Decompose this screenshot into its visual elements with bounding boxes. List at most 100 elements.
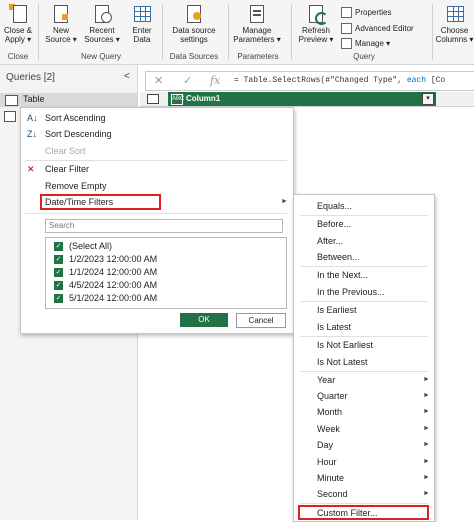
menu-divider xyxy=(300,215,428,216)
filter-dropdown-icon[interactable]: ▾ xyxy=(422,93,434,105)
list-item[interactable]: 4/5/2024 12:00:00 AM xyxy=(69,280,157,290)
properties-icon xyxy=(341,7,352,18)
table-icon xyxy=(5,95,18,106)
menu-divider xyxy=(25,160,287,161)
date-time-submenu: Equals... Before... After... Between... … xyxy=(293,194,435,522)
data-source-settings-button[interactable]: Data source settings xyxy=(165,4,223,44)
enter-data-button[interactable]: Enter Data xyxy=(127,4,157,44)
close-apply-icon xyxy=(9,4,27,24)
after-item[interactable]: After... xyxy=(317,236,343,246)
between-item[interactable]: Between... xyxy=(317,252,360,262)
search-input[interactable]: Search xyxy=(45,219,283,233)
sort-descending-item[interactable]: Sort Descending xyxy=(45,129,112,139)
is-not-earliest-item[interactable]: Is Not Earliest xyxy=(317,340,373,350)
choose-columns-icon xyxy=(446,4,464,24)
submenu-arrow-icon: ► xyxy=(423,392,430,399)
submenu-arrow-icon: ► xyxy=(423,408,430,415)
cancel-formula-icon[interactable]: ✕ xyxy=(154,74,163,87)
minute-item[interactable]: Minute xyxy=(317,473,344,483)
commit-formula-icon[interactable]: ✓ xyxy=(183,74,192,87)
new-source-button[interactable]: New Source ▾ xyxy=(44,4,78,44)
manage-button[interactable]: Manage ▾ xyxy=(341,38,390,49)
formula-bar: ✕ ✓ fx = Table.SelectRows(#"Changed Type… xyxy=(145,71,474,91)
is-not-latest-item[interactable]: Is Not Latest xyxy=(317,357,368,367)
table-menu-icon[interactable] xyxy=(147,94,159,104)
checkbox[interactable]: ✓ xyxy=(54,255,63,264)
query-item-label: Table xyxy=(23,94,45,104)
filter-menu: A↓ Sort Ascending Z↓ Sort Descending Cle… xyxy=(20,107,294,334)
in-the-previous-item[interactable]: In the Previous... xyxy=(317,287,385,297)
sort-ascending-icon: A↓ xyxy=(27,113,38,123)
value-list[interactable]: ✓ (Select All) ✓ 1/2/2023 12:00:00 AM ✓ … xyxy=(45,237,287,309)
checkbox[interactable]: ✓ xyxy=(54,268,63,277)
recent-sources-button[interactable]: Recent Sources ▾ xyxy=(83,4,121,44)
submenu-arrow-icon: ► xyxy=(423,458,430,465)
type-icon[interactable]: ABC xyxy=(171,94,184,105)
menu-divider xyxy=(300,266,428,267)
highlight-box xyxy=(40,194,161,210)
is-latest-item[interactable]: Is Latest xyxy=(317,322,351,332)
menu-divider xyxy=(300,301,428,302)
advanced-editor-icon xyxy=(341,23,352,34)
submenu-arrow-icon: ► xyxy=(281,198,288,205)
collapse-pane-icon[interactable]: < xyxy=(124,71,130,82)
manage-icon xyxy=(341,38,352,49)
group-label-close: Close xyxy=(7,52,29,61)
query-item-table[interactable]: Table xyxy=(0,93,137,107)
fx-icon[interactable]: fx xyxy=(210,74,220,87)
group-divider xyxy=(228,4,229,60)
close-apply-button[interactable]: Close & Apply ▾ xyxy=(1,4,35,44)
list-item[interactable]: 1/2/2023 12:00:00 AM xyxy=(69,254,157,264)
ok-button[interactable]: OK xyxy=(180,313,228,327)
second-item[interactable]: Second xyxy=(317,489,348,499)
submenu-arrow-icon: ► xyxy=(423,490,430,497)
group-divider xyxy=(162,4,163,60)
checkbox[interactable]: ✓ xyxy=(54,281,63,290)
group-label-query: Query xyxy=(353,52,375,61)
clear-filter-icon: ✕ xyxy=(27,164,35,174)
column-header-column1[interactable]: ABC Column1 ▾ xyxy=(168,92,436,106)
group-divider xyxy=(291,4,292,60)
submenu-arrow-icon: ► xyxy=(423,425,430,432)
queries-pane-title: Queries [2] xyxy=(6,72,55,83)
gear-doc-icon xyxy=(185,4,203,24)
quarter-item[interactable]: Quarter xyxy=(317,391,348,401)
remove-empty-item[interactable]: Remove Empty xyxy=(45,181,107,191)
list-item[interactable]: (Select All) xyxy=(69,241,112,251)
ribbon: Close & Apply ▾ Close New Source ▾ Recen… xyxy=(0,0,474,65)
formula-input[interactable]: = Table.SelectRows(#"Changed Type", each… xyxy=(234,76,445,85)
submenu-arrow-icon: ► xyxy=(423,376,430,383)
menu-divider xyxy=(25,213,287,214)
properties-button[interactable]: Properties xyxy=(341,7,391,18)
table-grid-icon xyxy=(133,4,151,24)
list-item[interactable]: 5/1/2024 12:00:00 AM xyxy=(69,293,157,303)
highlight-box xyxy=(298,505,429,520)
equals-item[interactable]: Equals... xyxy=(317,201,352,211)
list-item[interactable]: 1/1/2024 12:00:00 AM xyxy=(69,267,157,277)
sort-ascending-item[interactable]: Sort Ascending xyxy=(45,113,106,123)
refresh-preview-button[interactable]: Refresh Preview ▾ xyxy=(295,4,337,44)
table-icon xyxy=(4,111,16,122)
advanced-editor-button[interactable]: Advanced Editor xyxy=(341,23,414,34)
hour-item[interactable]: Hour xyxy=(317,457,337,467)
week-item[interactable]: Week xyxy=(317,424,340,434)
is-earliest-item[interactable]: Is Earliest xyxy=(317,305,357,315)
checkbox[interactable]: ✓ xyxy=(54,242,63,251)
sort-descending-icon: Z↓ xyxy=(27,129,37,139)
parameters-icon xyxy=(248,4,266,24)
before-item[interactable]: Before... xyxy=(317,219,351,229)
choose-columns-button[interactable]: Choose Columns ▾ xyxy=(435,4,474,44)
in-the-next-item[interactable]: In the Next... xyxy=(317,270,368,280)
checkbox[interactable]: ✓ xyxy=(54,294,63,303)
month-item[interactable]: Month xyxy=(317,407,342,417)
group-label-new-query: New Query xyxy=(80,52,121,61)
day-item[interactable]: Day xyxy=(317,440,333,450)
manage-parameters-button[interactable]: Manage Parameters ▾ xyxy=(230,4,284,44)
clear-filter-item[interactable]: Clear Filter xyxy=(45,164,89,174)
cancel-button[interactable]: Cancel xyxy=(236,313,286,328)
group-label-data-sources: Data Sources xyxy=(169,52,219,61)
submenu-arrow-icon: ► xyxy=(423,474,430,481)
year-item[interactable]: Year xyxy=(317,375,335,385)
menu-divider xyxy=(300,503,428,504)
refresh-icon xyxy=(307,4,328,25)
